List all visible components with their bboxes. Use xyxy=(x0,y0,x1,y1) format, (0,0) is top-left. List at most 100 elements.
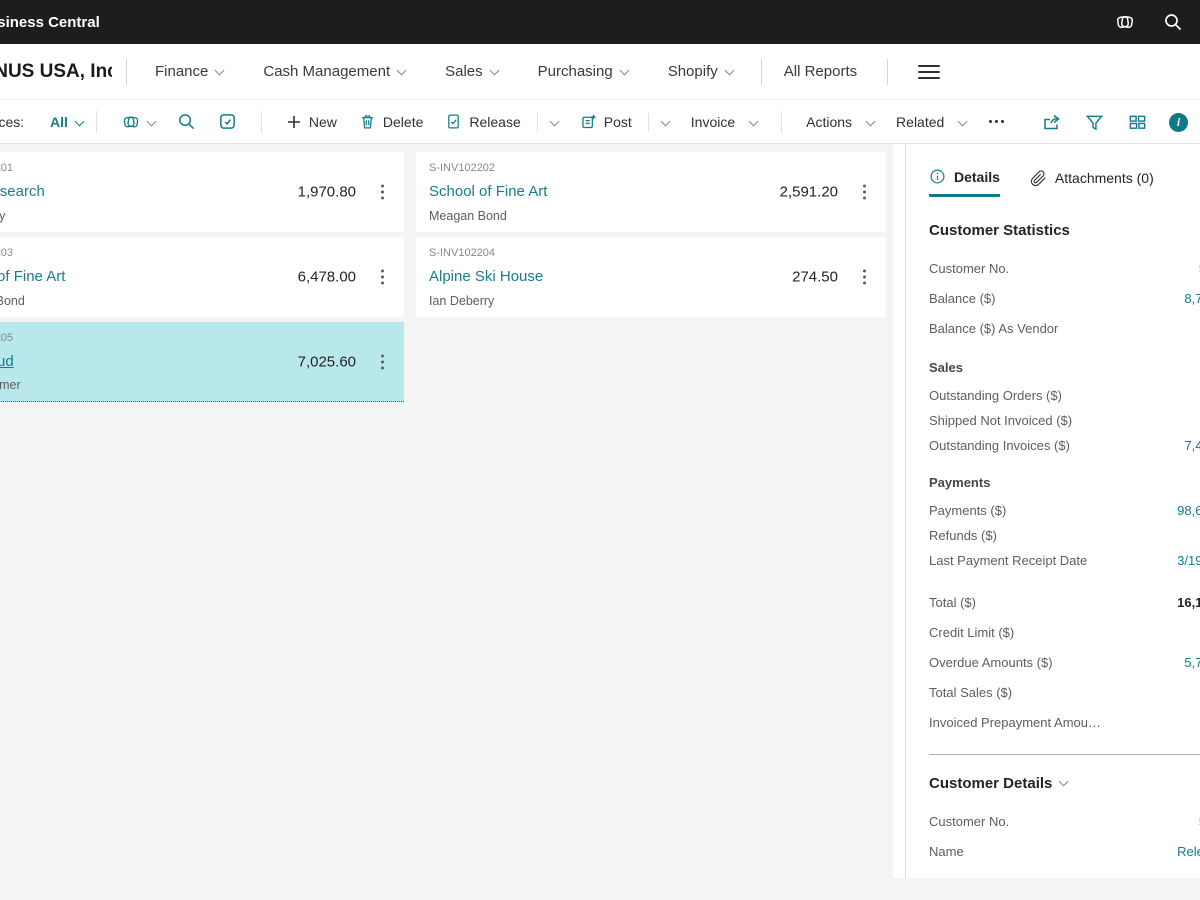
release-button[interactable]: Release xyxy=(445,113,557,131)
filter-icon[interactable] xyxy=(1083,111,1105,133)
document-check-icon xyxy=(445,113,462,130)
app-header: Dynamics 365 Business Central xyxy=(0,0,1200,44)
chevron-down-icon xyxy=(866,117,876,127)
invoice-card[interactable]: S-INV102201 Trey Research Helen Ray 1,97… xyxy=(0,152,404,232)
details-pane: Details Attachments (0) Customer Statist… xyxy=(906,144,1200,878)
chevron-down-icon xyxy=(74,116,84,126)
invoice-menu[interactable]: Invoice xyxy=(691,114,757,130)
contact-name: Helen Ray xyxy=(0,209,390,223)
divider xyxy=(537,113,538,131)
invoice-amount: 2,591.20 xyxy=(780,184,838,201)
stat-value-total: 16,195.20 xyxy=(1177,595,1200,610)
search-icon[interactable] xyxy=(1162,11,1184,33)
copilot-icon[interactable] xyxy=(1114,11,1136,33)
stat-value-link[interactable]: 98,649.90 xyxy=(1177,503,1200,518)
stat-row: Overdue Amounts ($) 5,745.60 xyxy=(929,647,1200,677)
section-payments: Payments xyxy=(929,475,1200,498)
stat-value-link[interactable]: 5,745.60 xyxy=(1184,655,1200,670)
tab-details[interactable]: Details xyxy=(929,168,1000,197)
chevron-down-icon xyxy=(1059,777,1069,787)
invoice-tile-list: S-INV102201 Trey Research Helen Ray 1,97… xyxy=(0,152,886,402)
tab-attachments[interactable]: Attachments (0) xyxy=(1030,170,1154,196)
stat-row: Balance ($) As Vendor xyxy=(929,313,1200,343)
invoice-number: S-INV102203 xyxy=(0,247,390,259)
related-menu[interactable]: Related xyxy=(896,114,966,130)
invoice-number: S-INV102204 xyxy=(429,247,872,259)
stat-row: Outstanding Orders ($) xyxy=(929,383,1200,408)
invoice-card[interactable]: S-INV102202 School of Fine Art Meagan Bo… xyxy=(416,152,886,232)
analyze-icon[interactable] xyxy=(218,112,237,131)
delete-button[interactable]: Delete xyxy=(359,113,423,130)
invoice-card[interactable]: S-INV102203 School of Fine Art Meagan Bo… xyxy=(0,237,404,317)
stat-row: Customer No. 50000 xyxy=(929,806,1200,836)
stat-row: Total Sales ($) xyxy=(929,677,1200,707)
invoice-card-selected[interactable]: S-INV102205 Relecloud Jesse Homer 7,025.… xyxy=(0,322,404,402)
divider xyxy=(261,111,262,133)
customer-statistics-heading: Customer Statistics xyxy=(929,222,1200,239)
invoice-number: S-INV102202 xyxy=(429,162,872,174)
actions-menu[interactable]: Actions xyxy=(806,114,874,130)
invoice-amount: 6,478.00 xyxy=(298,269,356,286)
nav-row: CRONUS USA, Inc. Finance Cash Management… xyxy=(0,44,1200,100)
chevron-down-icon xyxy=(215,66,225,76)
contact-name: Meagan Bond xyxy=(429,209,872,223)
share-icon[interactable] xyxy=(1040,111,1062,133)
row-menu-icon[interactable] xyxy=(377,181,388,204)
row-menu-icon[interactable] xyxy=(377,266,388,289)
action-bar: Sales Invoices: All New Delete Release xyxy=(0,100,1200,144)
more-options-icon[interactable] xyxy=(989,120,1004,123)
chevron-down-icon xyxy=(619,66,629,76)
nav-item-purchasing[interactable]: Purchasing xyxy=(538,63,628,80)
details-pane-toggle-icon[interactable]: i xyxy=(1169,113,1188,132)
stat-row: Total ($) 16,195.20 xyxy=(929,587,1200,617)
chevron-down-icon xyxy=(146,117,156,127)
new-button[interactable]: New xyxy=(286,114,337,130)
menu-icon[interactable] xyxy=(918,65,940,79)
stat-row: Balance ($) 8,769.60 xyxy=(929,283,1200,313)
nav-item-finance[interactable]: Finance xyxy=(155,63,223,80)
stat-value-link[interactable]: 7,425.60 xyxy=(1184,438,1200,453)
chevron-down-icon xyxy=(749,117,759,127)
invoice-number: S-INV102201 xyxy=(0,162,390,174)
divider xyxy=(781,111,782,133)
section-sales: Sales xyxy=(929,360,1200,383)
stat-row: Outstanding Invoices ($) 7,425.60 xyxy=(929,433,1200,458)
row-menu-icon[interactable] xyxy=(377,350,388,373)
stat-value-link[interactable]: 8,769.60 xyxy=(1184,291,1200,306)
company-name[interactable]: CRONUS USA, Inc. xyxy=(0,61,112,83)
search-icon[interactable] xyxy=(177,112,196,131)
layout-tiles-icon[interactable] xyxy=(1126,111,1148,133)
stat-row: Refunds ($) xyxy=(929,523,1200,548)
copilot-icon[interactable] xyxy=(121,112,155,132)
invoice-amount: 7,025.60 xyxy=(298,353,356,370)
list-caption: Sales Invoices: xyxy=(0,114,24,130)
pane-scrollbar[interactable] xyxy=(893,144,906,878)
row-menu-icon[interactable] xyxy=(859,181,870,204)
customer-details-heading[interactable]: Customer Details xyxy=(929,775,1200,792)
row-menu-icon[interactable] xyxy=(859,266,870,289)
stat-row: Customer No. 50000 xyxy=(929,253,1200,283)
stat-row: Shipped Not Invoiced ($) xyxy=(929,408,1200,433)
chevron-down-icon[interactable] xyxy=(660,117,670,127)
view-filter-all[interactable]: All xyxy=(50,114,83,130)
nav-item-shopify[interactable]: Shopify xyxy=(668,63,733,80)
stat-value-link[interactable]: Relecloud xyxy=(1177,844,1200,859)
chevron-down-icon xyxy=(724,66,734,76)
nav-item-sales[interactable]: Sales xyxy=(445,63,498,80)
info-icon xyxy=(929,168,946,185)
stat-row: Name Relecloud xyxy=(929,836,1200,866)
divider xyxy=(648,113,649,131)
divider xyxy=(126,59,127,85)
nav-item-cash-management[interactable]: Cash Management xyxy=(263,63,405,80)
chevron-down-icon xyxy=(958,117,968,127)
nav-item-all-reports[interactable]: All Reports xyxy=(784,63,857,80)
post-icon xyxy=(580,113,597,130)
post-button[interactable]: Post xyxy=(580,113,669,131)
chevron-down-icon[interactable] xyxy=(549,117,559,127)
stat-value-link[interactable]: 3/19/2026 xyxy=(1177,553,1200,568)
divider xyxy=(96,111,97,133)
invoice-card[interactable]: S-INV102204 Alpine Ski House Ian Deberry… xyxy=(416,237,886,317)
app-title: Dynamics 365 Business Central xyxy=(0,14,100,31)
plus-icon xyxy=(286,114,302,130)
stat-row: Last Payment Receipt Date 3/19/2026 xyxy=(929,548,1200,573)
